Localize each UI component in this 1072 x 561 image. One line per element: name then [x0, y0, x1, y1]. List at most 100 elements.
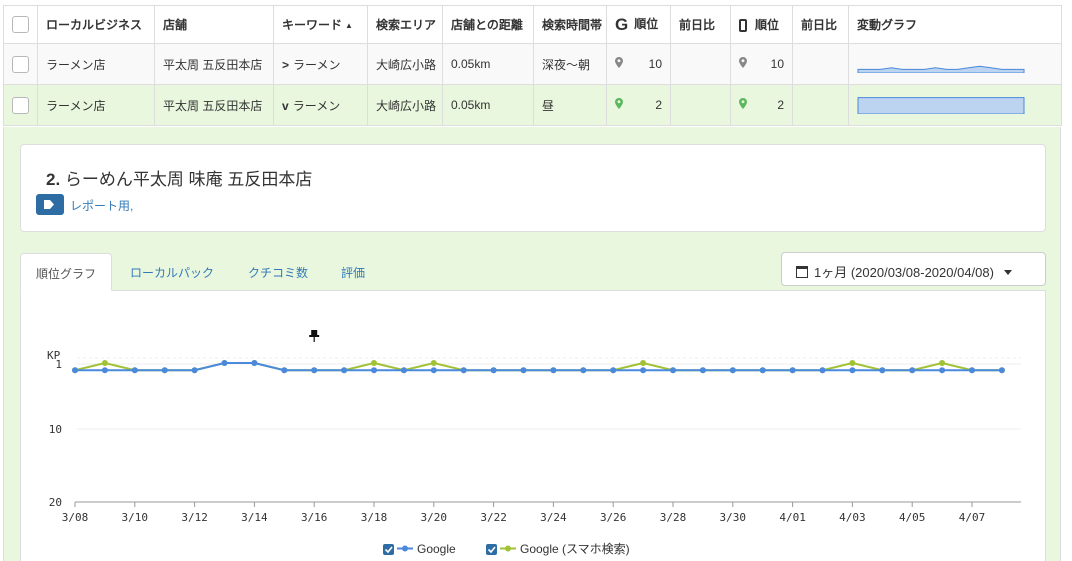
- legend-checkbox[interactable]: [486, 544, 497, 555]
- data-point[interactable]: [101, 360, 108, 366]
- header-graph-label: 変動グラフ: [857, 18, 918, 32]
- tab-rating[interactable]: 評価: [326, 253, 380, 291]
- data-point[interactable]: [640, 367, 647, 374]
- pin-marker-icon[interactable]: [309, 330, 320, 342]
- cell-sparkline[interactable]: [848, 43, 1062, 85]
- header-graph: 変動グラフ: [848, 5, 1062, 44]
- data-point[interactable]: [610, 367, 617, 374]
- legend-checkbox[interactable]: [383, 544, 394, 555]
- data-point[interactable]: [580, 367, 587, 374]
- header-distance[interactable]: 店舗との距離: [442, 5, 534, 44]
- row-checkbox[interactable]: [12, 55, 29, 73]
- expanded-detail-panel: 2. らーめん平太周 味庵 五反田本店 レポート用, 順位グラフ ローカルパック…: [3, 127, 1061, 561]
- data-point[interactable]: [939, 367, 946, 374]
- cell-google-prev: [670, 43, 731, 85]
- cell-mobile-prev: [792, 84, 849, 126]
- tag-link[interactable]: レポート用,: [70, 197, 133, 214]
- x-tick-label: 3/14: [241, 511, 268, 524]
- header-shop-label: 店舗: [163, 18, 188, 32]
- data-point[interactable]: [849, 360, 856, 366]
- legend-label: Google: [417, 542, 456, 556]
- data-point[interactable]: [400, 367, 407, 374]
- data-point[interactable]: [281, 367, 288, 374]
- data-point[interactable]: [939, 360, 946, 366]
- header-google-prev[interactable]: 前日比: [670, 5, 731, 44]
- data-point[interactable]: [460, 367, 467, 374]
- date-range-dropdown[interactable]: 1ヶ月 (2020/03/08-2020/04/08): [781, 252, 1046, 286]
- header-google-rank[interactable]: G 順位: [606, 5, 671, 44]
- tag-icon: [44, 200, 54, 209]
- collapse-arrow-icon[interactable]: v: [282, 99, 289, 113]
- data-point[interactable]: [371, 367, 377, 374]
- header-business[interactable]: ローカルビジネス: [37, 5, 155, 44]
- data-point[interactable]: [430, 367, 437, 374]
- cell-keyword[interactable]: > ラーメン: [273, 43, 368, 85]
- header-google-rank-label: 順位: [634, 16, 659, 31]
- x-tick-label: 3/20: [421, 511, 448, 524]
- header-distance-label: 店舗との距離: [451, 18, 523, 32]
- data-point[interactable]: [191, 367, 198, 374]
- header-area[interactable]: 検索エリア: [367, 5, 443, 44]
- date-range-label: 1ヶ月 (2020/03/08-2020/04/08): [814, 265, 994, 280]
- google-icon: G: [615, 14, 629, 34]
- legend-item[interactable]: Google (スマホ検索): [486, 542, 630, 556]
- data-point[interactable]: [550, 367, 557, 374]
- row-select-cell: [3, 43, 38, 85]
- header-keyword[interactable]: キーワード ▲: [273, 5, 368, 44]
- data-point[interactable]: [490, 367, 497, 374]
- data-point[interactable]: [789, 367, 796, 374]
- table-row[interactable]: ラーメン店 平太周 五反田本店 > ラーメン 大崎広小路 0.05km 深夜〜朝 …: [3, 43, 1062, 85]
- x-tick-label: 3/08: [62, 511, 89, 524]
- tab-rank-graph[interactable]: 順位グラフ: [20, 253, 113, 291]
- data-point[interactable]: [998, 367, 1005, 374]
- header-mobile-rank[interactable]: 順位: [730, 5, 793, 44]
- cell-sparkline[interactable]: [848, 84, 1062, 126]
- sparkline-area: [857, 96, 1025, 114]
- header-google-prev-label: 前日比: [679, 18, 716, 32]
- table-row[interactable]: ラーメン店 平太周 五反田本店 v ラーメン 大崎広小路 0.05km 昼 2 2: [3, 84, 1062, 126]
- legend-item[interactable]: Google: [383, 542, 456, 556]
- kp-label: KP: [47, 349, 61, 362]
- header-mobile-prev[interactable]: 前日比: [792, 5, 849, 44]
- data-point[interactable]: [251, 360, 258, 366]
- data-point[interactable]: [72, 367, 78, 374]
- data-point[interactable]: [849, 367, 856, 374]
- select-all-checkbox[interactable]: [12, 16, 29, 33]
- data-point[interactable]: [909, 367, 916, 374]
- cell-area: 大崎広小路: [367, 43, 443, 85]
- tag-button[interactable]: [36, 194, 64, 215]
- data-point[interactable]: [311, 367, 318, 374]
- data-point[interactable]: [729, 367, 736, 374]
- row-checkbox[interactable]: [12, 96, 29, 114]
- select-all-cell: [3, 5, 38, 44]
- tab-review-count[interactable]: クチコミ数: [233, 253, 323, 291]
- data-point[interactable]: [699, 367, 706, 374]
- x-tick-label: 3/22: [480, 511, 507, 524]
- header-time[interactable]: 検索時間帯: [533, 5, 607, 44]
- ranking-page: ローカルビジネス 店舗 キーワード ▲ 検索エリア 店舗との距離 検索時間帯 G順…: [3, 5, 1062, 561]
- data-point[interactable]: [670, 367, 676, 374]
- data-point[interactable]: [879, 367, 886, 374]
- expand-arrow-icon[interactable]: >: [282, 58, 289, 72]
- data-point[interactable]: [161, 367, 168, 374]
- data-point[interactable]: [341, 367, 348, 374]
- cell-keyword[interactable]: v ラーメン: [273, 84, 368, 126]
- data-point[interactable]: [640, 360, 647, 366]
- rank-graph-panel: 1 10 20 KP 3/08 3/10 3/12 3/14 3/16 3/18 3/20 3/22 3…: [20, 290, 1046, 561]
- data-point[interactable]: [221, 360, 228, 366]
- keyword-text: ラーメン: [293, 57, 341, 72]
- tab-local-pack[interactable]: ローカルパック: [115, 253, 229, 291]
- data-point[interactable]: [371, 360, 377, 366]
- header-area-label: 検索エリア: [376, 18, 437, 32]
- header-shop[interactable]: 店舗: [154, 5, 274, 44]
- data-point[interactable]: [819, 367, 826, 374]
- data-point[interactable]: [520, 367, 527, 374]
- data-point[interactable]: [430, 360, 437, 366]
- data-point[interactable]: [101, 367, 108, 374]
- sparkline-chart: [857, 96, 1025, 114]
- data-point[interactable]: [759, 367, 766, 374]
- data-point[interactable]: [131, 367, 138, 374]
- map-pin-icon: [615, 98, 623, 109]
- header-time-label: 検索時間帯: [542, 18, 603, 32]
- data-point[interactable]: [969, 367, 975, 374]
